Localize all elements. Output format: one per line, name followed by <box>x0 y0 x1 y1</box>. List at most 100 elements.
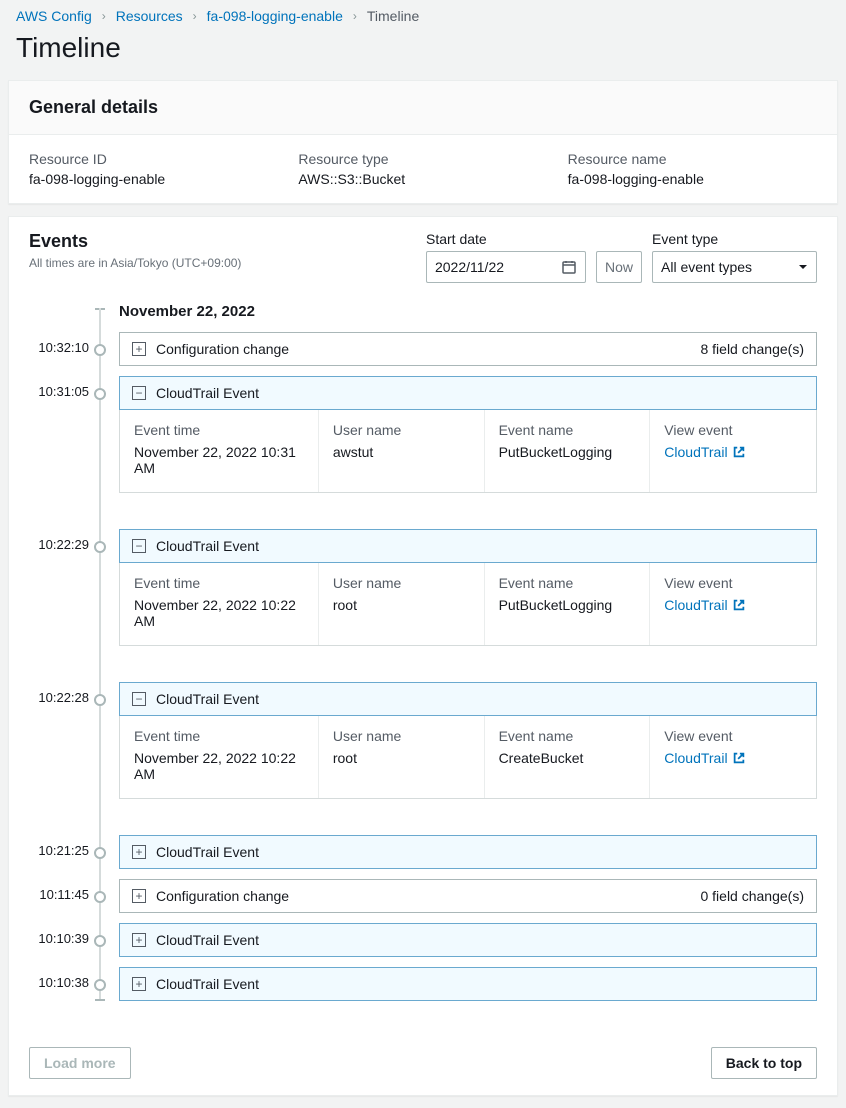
row-time: 10:11:45 <box>29 879 89 902</box>
event-detail-body: Event time November 22, 2022 10:22 AM User… <box>119 563 817 646</box>
start-date-input[interactable]: 2022/11/22 <box>426 251 586 283</box>
event-card-title: Configuration change <box>156 888 289 904</box>
start-date-value: 2022/11/22 <box>435 259 504 275</box>
breadcrumb: AWS Config › Resources › fa-098-logging-… <box>0 0 846 32</box>
row-time: 10:10:39 <box>29 923 89 946</box>
resource-name-value: fa-098-logging-enable <box>568 171 817 187</box>
collapse-icon[interactable]: − <box>132 692 146 706</box>
breadcrumb-resources[interactable]: Resources <box>116 8 183 24</box>
expand-icon[interactable]: + <box>132 889 146 903</box>
timeline-row: 10:31:05−CloudTrail EventEvent timeNovem… <box>29 376 817 493</box>
change-count: 0 field change(s) <box>700 888 804 904</box>
event-type-select[interactable]: All event types <box>652 251 817 283</box>
timeline-row: 10:11:45 + Configuration change 0 field cha… <box>29 879 817 913</box>
expand-icon[interactable]: + <box>132 342 146 356</box>
event-time-label: Event time <box>134 728 304 744</box>
events-heading: Events <box>29 231 241 252</box>
event-time-value: November 22, 2022 10:22 AM <box>134 597 304 629</box>
timeline-date-header: November 22, 2022 <box>119 303 817 320</box>
cloudtrail-link[interactable]: CloudTrail <box>664 597 745 613</box>
view-event-label: View event <box>664 575 802 591</box>
event-detail-body: Event time November 22, 2022 10:31 AM User… <box>119 410 817 493</box>
breadcrumb-resource-id[interactable]: fa-098-logging-enable <box>207 8 343 24</box>
now-button[interactable]: Now <box>596 251 642 283</box>
general-details-heading: General details <box>9 81 837 135</box>
event-card-title: CloudTrail Event <box>156 385 259 401</box>
expand-icon[interactable]: + <box>132 933 146 947</box>
event-card-header[interactable]: + CloudTrail Event <box>119 967 817 1001</box>
chevron-right-icon: › <box>102 9 106 23</box>
event-card-header[interactable]: −CloudTrail Event <box>119 682 817 716</box>
event-card-header[interactable]: +CloudTrail Event <box>119 923 817 957</box>
resource-name-label: Resource name <box>568 151 817 167</box>
caret-down-icon <box>798 262 808 272</box>
timeline-dot-icon <box>94 541 106 553</box>
timeline-dot-icon <box>94 344 106 356</box>
timeline-dot-icon <box>94 891 106 903</box>
start-date-label: Start date <box>426 231 586 247</box>
event-card-title: CloudTrail Event <box>156 691 259 707</box>
event-card-header[interactable]: −CloudTrail Event <box>119 529 817 563</box>
resource-id-label: Resource ID <box>29 151 278 167</box>
event-card-title: CloudTrail Event <box>156 844 259 860</box>
event-type-value: All event types <box>661 259 752 275</box>
back-to-top-button[interactable]: Back to top <box>711 1047 817 1079</box>
chevron-right-icon: › <box>193 9 197 23</box>
timeline-row: 10:32:10+Configuration change8 field cha… <box>29 332 817 366</box>
expand-icon[interactable]: + <box>132 977 146 991</box>
event-card-header[interactable]: + Configuration change 8 field change(s) <box>119 332 817 366</box>
timeline-dot-icon <box>94 694 106 706</box>
event-card-header[interactable]: + Configuration change 0 field change(s) <box>119 879 817 913</box>
user-name-label: User name <box>333 728 470 744</box>
collapse-icon[interactable]: − <box>132 386 146 400</box>
event-type-label: Event type <box>652 231 817 247</box>
timezone-note: All times are in Asia/Tokyo (UTC+09:00) <box>29 256 241 270</box>
row-time: 10:22:29 <box>29 529 89 552</box>
page-title: Timeline <box>0 32 846 76</box>
event-name-value: CreateBucket <box>499 750 636 766</box>
event-time-label: Event time <box>134 422 304 438</box>
timeline-dot-icon <box>94 935 106 947</box>
timeline-row: 10:10:38 + CloudTrail Event <box>29 967 817 1001</box>
event-time-value: November 22, 2022 10:31 AM <box>134 444 304 476</box>
user-name-label: User name <box>333 422 470 438</box>
view-event-label: View event <box>664 728 802 744</box>
timeline-row: 10:10:39 +CloudTrail Event <box>29 923 817 957</box>
user-name-value: root <box>333 750 470 766</box>
user-name-label: User name <box>333 575 470 591</box>
event-time-label: Event time <box>134 575 304 591</box>
event-card-header[interactable]: + CloudTrail Event <box>119 835 817 869</box>
event-card-header[interactable]: −CloudTrail Event <box>119 376 817 410</box>
row-time: 10:10:38 <box>29 967 89 990</box>
timeline-row: 10:21:25 + CloudTrail Event <box>29 835 817 869</box>
resource-type-value: AWS::S3::Bucket <box>298 171 547 187</box>
resource-id-value: fa-098-logging-enable <box>29 171 278 187</box>
expand-icon[interactable]: + <box>132 845 146 859</box>
view-event-label: View event <box>664 422 802 438</box>
event-name-value: PutBucketLogging <box>499 444 636 460</box>
cloudtrail-link[interactable]: CloudTrail <box>664 444 745 460</box>
change-count: 8 field change(s) <box>700 341 804 357</box>
external-link-icon <box>732 598 746 612</box>
cloudtrail-link[interactable]: CloudTrail <box>664 750 745 766</box>
calendar-icon <box>561 259 577 275</box>
event-name-value: PutBucketLogging <box>499 597 636 613</box>
event-card-title: CloudTrail Event <box>156 976 259 992</box>
load-more-button[interactable]: Load more <box>29 1047 131 1079</box>
event-name-label: Event name <box>499 575 636 591</box>
collapse-icon[interactable]: − <box>132 539 146 553</box>
external-link-icon <box>732 751 746 765</box>
breadcrumb-aws-config[interactable]: AWS Config <box>16 8 92 24</box>
timeline-dot-icon <box>94 847 106 859</box>
row-time: 10:22:28 <box>29 682 89 705</box>
events-panel: Events All times are in Asia/Tokyo (UTC+… <box>8 216 838 1096</box>
general-details-panel: General details Resource ID fa-098-loggi… <box>8 80 838 204</box>
user-name-value: awstut <box>333 444 470 460</box>
event-name-label: Event name <box>499 422 636 438</box>
chevron-right-icon: › <box>353 9 357 23</box>
event-time-value: November 22, 2022 10:22 AM <box>134 750 304 782</box>
row-time: 10:21:25 <box>29 835 89 858</box>
user-name-value: root <box>333 597 470 613</box>
event-card-title: Configuration change <box>156 341 289 357</box>
external-link-icon <box>732 445 746 459</box>
